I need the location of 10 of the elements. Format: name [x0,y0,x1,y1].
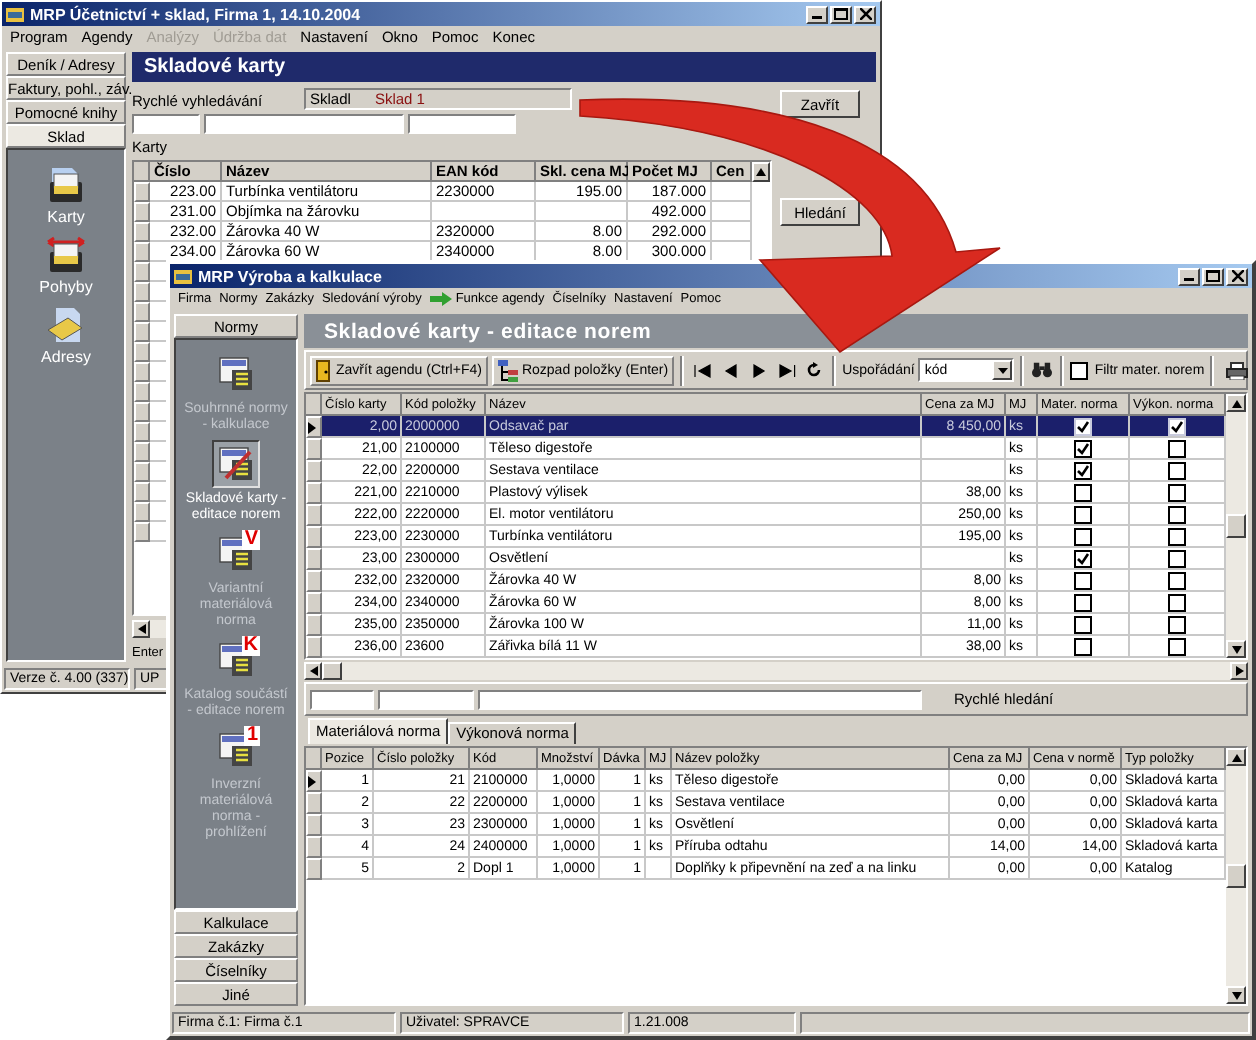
nav-item[interactable]: Pohyby [39,236,93,296]
nav-item[interactable]: Karty [44,166,88,226]
window-title: MRP Účetnictví + sklad, Firma 1, 14.10.2004 [30,5,361,23]
icon-letter: K [241,636,260,656]
section-header: Skladové karty - editace norem [304,314,1248,348]
icon-letter: 1 [244,726,260,746]
nav-item[interactable]: Adresy [41,306,91,366]
section-header: Skladové karty [132,52,876,82]
icon-letter: V [242,530,260,550]
window-title: MRP Výroba a kalkulace [198,267,382,285]
